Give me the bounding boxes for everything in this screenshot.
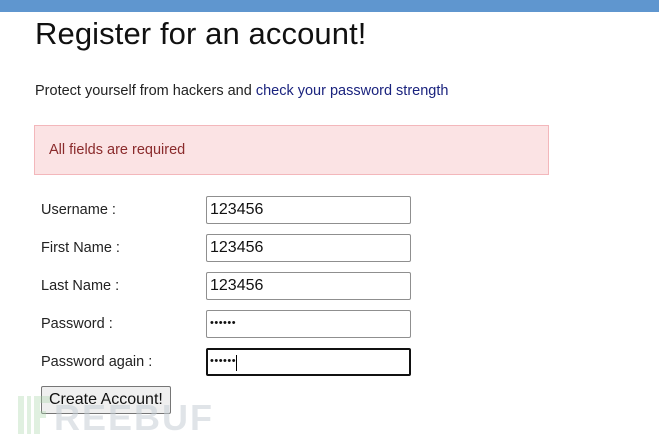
username-row: Username : 123456: [41, 196, 421, 224]
password-masked-value: ••••••: [210, 317, 237, 329]
username-label: Username :: [41, 202, 116, 218]
password-again-row: Password again : ••••••: [41, 348, 421, 376]
password-again-label: Password again :: [41, 354, 153, 370]
last-name-input[interactable]: 123456: [206, 272, 411, 300]
password-again-input[interactable]: ••••••: [206, 348, 411, 376]
password-row: Password : ••••••: [41, 310, 421, 338]
last-name-label: Last Name :: [41, 278, 120, 294]
first-name-row: First Name : 123456: [41, 234, 421, 262]
text-caret: [236, 354, 238, 371]
top-accent-bar: [0, 0, 659, 12]
username-input[interactable]: 123456: [206, 196, 411, 224]
page-title: Register for an account!: [35, 16, 367, 51]
intro-text: Protect yourself from hackers and check …: [35, 83, 448, 99]
first-name-input[interactable]: 123456: [206, 234, 411, 262]
error-alert-message: All fields are required: [49, 142, 186, 158]
first-name-label: First Name :: [41, 240, 120, 256]
password-again-masked-value: ••••••: [210, 355, 237, 367]
create-account-button[interactable]: Create Account!: [41, 386, 171, 414]
error-alert: All fields are required: [34, 125, 549, 175]
password-input[interactable]: ••••••: [206, 310, 411, 338]
password-label: Password :: [41, 316, 113, 332]
last-name-row: Last Name : 123456: [41, 272, 421, 300]
intro-text-label: Protect yourself from hackers and: [35, 83, 256, 99]
password-strength-link[interactable]: check your password strength: [256, 83, 449, 99]
